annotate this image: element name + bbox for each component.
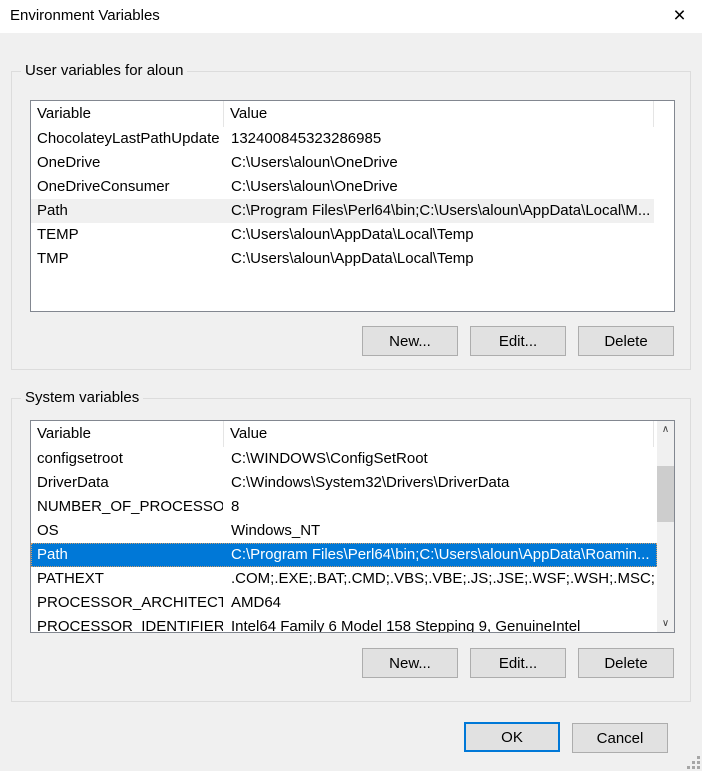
- user-new-button[interactable]: New...: [362, 326, 458, 356]
- table-body: configsetroot C:\WINDOWS\ConfigSetRoot D…: [31, 447, 674, 632]
- ok-button[interactable]: OK: [464, 722, 560, 752]
- table-row[interactable]: PROCESSOR_ARCHITECTU... AMD64: [31, 591, 654, 615]
- value-cell: AMD64: [223, 591, 654, 615]
- window-title: Environment Variables: [10, 7, 160, 24]
- table-row[interactable]: DriverData C:\Windows\System32\Drivers\D…: [31, 471, 654, 495]
- variable-cell: PROCESSOR_ARCHITECTU...: [31, 591, 223, 615]
- variable-cell: NUMBER_OF_PROCESSORS: [31, 495, 223, 519]
- value-cell: .COM;.EXE;.BAT;.CMD;.VBS;.VBE;.JS;.JSE;.…: [223, 567, 654, 591]
- table-row[interactable]: TMP C:\Users\aloun\AppData\Local\Temp: [31, 247, 654, 271]
- variable-cell: TMP: [31, 247, 223, 271]
- user-variables-label: User variables for aloun: [21, 62, 187, 79]
- variable-cell: PROCESSOR_IDENTIFIER: [31, 615, 223, 632]
- system-variables-label: System variables: [21, 389, 143, 406]
- user-variables-table: Variable Value ChocolateyLastPathUpdate …: [30, 100, 675, 312]
- value-cell: Windows_NT: [223, 519, 654, 543]
- environment-variables-dialog: Environment Variables × User variables f…: [0, 0, 702, 771]
- value-cell: C:\Users\aloun\OneDrive: [223, 175, 654, 199]
- table-row[interactable]: OS Windows_NT: [31, 519, 654, 543]
- system-delete-button[interactable]: Delete: [578, 648, 674, 678]
- value-cell: Intel64 Family 6 Model 158 Stepping 9, G…: [223, 615, 654, 632]
- system-variables-table: Variable Value configsetroot C:\WINDOWS\…: [30, 420, 675, 633]
- table-row[interactable]: OneDriveConsumer C:\Users\aloun\OneDrive: [31, 175, 654, 199]
- table-row[interactable]: TEMP C:\Users\aloun\AppData\Local\Temp: [31, 223, 654, 247]
- variable-cell: ChocolateyLastPathUpdate: [31, 127, 223, 151]
- scroll-up-icon[interactable]: ∧: [657, 421, 674, 438]
- table-row[interactable]: configsetroot C:\WINDOWS\ConfigSetRoot: [31, 447, 654, 471]
- table-row[interactable]: PROCESSOR_IDENTIFIER Intel64 Family 6 Mo…: [31, 615, 654, 632]
- close-icon[interactable]: ×: [657, 0, 702, 32]
- variable-cell: OS: [31, 519, 223, 543]
- system-new-button[interactable]: New...: [362, 648, 458, 678]
- value-cell: C:\Windows\System32\Drivers\DriverData: [223, 471, 654, 495]
- variable-cell: Path: [31, 543, 223, 567]
- table-row-selected[interactable]: Path C:\Program Files\Perl64\bin;C:\User…: [31, 543, 657, 567]
- scrollbar-thumb[interactable]: [657, 466, 674, 522]
- table-row[interactable]: ChocolateyLastPathUpdate 132400845323286…: [31, 127, 654, 151]
- scroll-down-icon[interactable]: ∨: [657, 615, 674, 632]
- column-header-variable: Variable: [31, 421, 223, 447]
- variable-cell: OneDrive: [31, 151, 223, 175]
- value-cell: C:\Users\aloun\OneDrive: [223, 151, 654, 175]
- variable-cell: DriverData: [31, 471, 223, 495]
- title-bar: Environment Variables ×: [0, 0, 702, 33]
- value-cell: 132400845323286985: [223, 127, 654, 151]
- resize-grip[interactable]: [687, 756, 700, 769]
- system-edit-button[interactable]: Edit...: [470, 648, 566, 678]
- value-cell: C:\WINDOWS\ConfigSetRoot: [223, 447, 654, 471]
- variable-cell: TEMP: [31, 223, 223, 247]
- value-cell: C:\Users\aloun\AppData\Local\Temp: [223, 223, 654, 247]
- value-cell: C:\Program Files\Perl64\bin;C:\Users\alo…: [223, 543, 654, 567]
- variable-cell: PATHEXT: [31, 567, 223, 591]
- cancel-button[interactable]: Cancel: [572, 723, 668, 753]
- column-header-variable: Variable: [31, 101, 223, 127]
- variable-cell: OneDriveConsumer: [31, 175, 223, 199]
- resize-grip-dots: [687, 756, 690, 759]
- column-header-value: Value: [223, 101, 654, 127]
- user-edit-button[interactable]: Edit...: [470, 326, 566, 356]
- table-row[interactable]: Path C:\Program Files\Perl64\bin;C:\User…: [31, 199, 654, 223]
- value-cell: C:\Users\aloun\AppData\Local\Temp: [223, 247, 654, 271]
- table-header: Variable Value: [31, 101, 674, 127]
- vertical-scrollbar[interactable]: ∧ ∨: [657, 421, 674, 632]
- variable-cell: Path: [31, 199, 223, 223]
- value-cell: 8: [223, 495, 654, 519]
- table-row[interactable]: OneDrive C:\Users\aloun\OneDrive: [31, 151, 654, 175]
- table-body: ChocolateyLastPathUpdate 132400845323286…: [31, 127, 674, 311]
- table-row[interactable]: NUMBER_OF_PROCESSORS 8: [31, 495, 654, 519]
- value-cell: C:\Program Files\Perl64\bin;C:\Users\alo…: [223, 199, 654, 223]
- user-delete-button[interactable]: Delete: [578, 326, 674, 356]
- table-header: Variable Value: [31, 421, 674, 447]
- table-row[interactable]: PATHEXT .COM;.EXE;.BAT;.CMD;.VBS;.VBE;.J…: [31, 567, 654, 591]
- column-header-value: Value: [223, 421, 654, 447]
- variable-cell: configsetroot: [31, 447, 223, 471]
